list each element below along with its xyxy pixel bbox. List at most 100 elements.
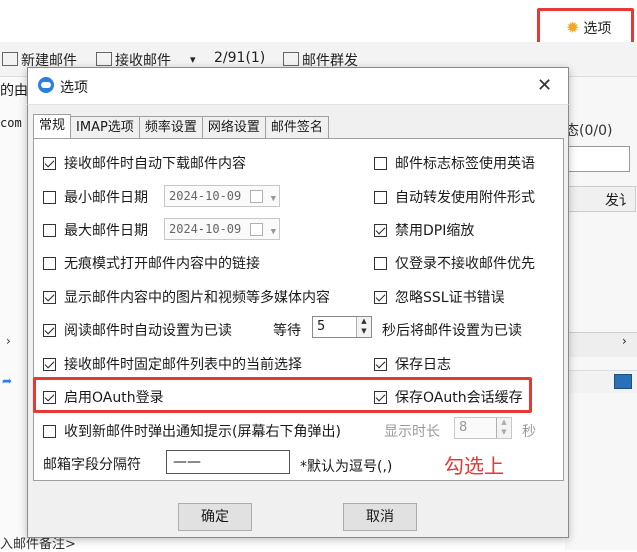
incognito-links-option[interactable]: 无痕模式打开邮件内容中的链接 xyxy=(43,253,260,273)
ignore-ssl-option[interactable]: 忽略SSL证书错误 xyxy=(374,287,505,307)
auto-mark-read-label: 阅读邮件时自动设置为已读 xyxy=(64,323,232,339)
save-log-option[interactable]: 保存日志 xyxy=(374,354,451,374)
auto-download-option[interactable]: 接收邮件时自动下载邮件内容 xyxy=(43,153,246,173)
incognito-links-label: 无痕模式打开邮件内容中的链接 xyxy=(64,256,260,272)
tab-imap[interactable]: IMAP选项 xyxy=(70,116,140,138)
right-search-input[interactable] xyxy=(566,146,630,172)
ignore-ssl-label: 忽略SSL证书错误 xyxy=(395,290,505,306)
tab-frequency[interactable]: 频率设置 xyxy=(138,116,203,138)
incognito-links-checkbox[interactable] xyxy=(43,256,56,270)
forward-attachment-checkbox[interactable] xyxy=(374,190,387,204)
chevron-down-icon: ▼ xyxy=(270,227,276,237)
forward-attachment-option[interactable]: 自动转发使用附件形式 xyxy=(374,187,535,207)
fix-selection-option[interactable]: 接收邮件时固定邮件列表中的当前选择 xyxy=(43,354,302,374)
show-media-checkbox[interactable] xyxy=(43,290,56,304)
min-date-label: 最小邮件日期 xyxy=(64,190,148,206)
left-fragment-2: com xyxy=(0,116,22,130)
max-date-checkbox[interactable] xyxy=(43,223,56,237)
auto-mark-read-checkbox[interactable] xyxy=(43,323,56,337)
popup-notify-option[interactable]: 收到新邮件时弹出通知提示(屏幕右下角弹出) xyxy=(43,421,341,441)
max-date-option[interactable]: 最大邮件日期 xyxy=(43,220,148,240)
app-logo-icon xyxy=(38,77,54,93)
display-duration-stepper[interactable]: 8 ▲ ▼ xyxy=(454,417,512,439)
ignore-ssl-checkbox[interactable] xyxy=(374,290,387,304)
unread-only-checkbox[interactable] xyxy=(374,256,387,270)
new-mail-icon xyxy=(2,52,18,66)
right-scroll-icon[interactable]: › xyxy=(622,334,627,348)
tab-general[interactable]: 常规 xyxy=(33,114,72,138)
receive-dropdown-icon[interactable]: ▾ xyxy=(190,53,196,66)
wait-seconds-value: 5 xyxy=(317,319,326,334)
options-button-label: 选项 xyxy=(583,21,612,37)
unread-only-option[interactable]: 仅登录不接收邮件优先 xyxy=(374,253,535,273)
display-duration-value: 8 xyxy=(459,420,468,435)
wait-seconds-stepper[interactable]: 5 ▲ ▼ xyxy=(312,316,372,338)
enable-oauth-option[interactable]: 启用OAuth登录 xyxy=(43,387,164,407)
disable-dpi-label: 禁用DPI缩放 xyxy=(395,223,475,239)
options-button[interactable]: ✹ 选项 xyxy=(566,18,611,38)
english-flags-label: 邮件标志标签使用英语 xyxy=(395,156,535,172)
min-date-value: 2024-10-09 xyxy=(169,189,242,203)
disable-dpi-option[interactable]: 禁用DPI缩放 xyxy=(374,220,474,240)
min-date-picker[interactable]: 2024-10-09 ▼ xyxy=(164,185,280,207)
fix-selection-label: 接收邮件时固定邮件列表中的当前选择 xyxy=(64,357,302,373)
wait-suffix: 秒后将邮件设置为已读 xyxy=(382,323,522,339)
left-panel xyxy=(0,77,27,550)
dialog-titlebar xyxy=(27,67,569,105)
spin-down-icon[interactable]: ▼ xyxy=(497,428,511,438)
left-scroll-icon[interactable]: › xyxy=(6,334,11,348)
spin-up-icon[interactable]: ▲ xyxy=(357,317,371,327)
english-flags-option[interactable]: 邮件标志标签使用英语 xyxy=(374,153,535,173)
min-date-checkbox[interactable] xyxy=(43,190,56,204)
save-oauth-cache-label: 保存OAuth会话缓存 xyxy=(395,390,523,406)
auto-download-checkbox[interactable] xyxy=(43,156,56,170)
max-date-picker[interactable]: 2024-10-09 ▼ xyxy=(164,218,280,240)
right-fragment: 态(0/0) xyxy=(565,123,613,139)
show-media-option[interactable]: 显示邮件内容中的图片和视频等多媒体内容 xyxy=(43,287,330,307)
save-log-checkbox[interactable] xyxy=(374,357,387,371)
chevron-down-icon: ▼ xyxy=(270,194,276,204)
fix-selection-checkbox[interactable] xyxy=(43,357,56,371)
tab-signature[interactable]: 邮件签名 xyxy=(264,116,329,138)
save-oauth-cache-option[interactable]: 保存OAuth会话缓存 xyxy=(374,387,523,407)
annotation-text: 勾选上 xyxy=(444,454,504,478)
receive-mail-icon xyxy=(96,52,112,66)
gear-icon: ✹ xyxy=(566,18,580,37)
unread-only-label: 仅登录不接收邮件优先 xyxy=(395,256,535,272)
mail-count: 2/91(1) xyxy=(214,50,266,66)
calendar-icon xyxy=(250,190,263,203)
mass-mail-icon xyxy=(283,52,299,66)
auto-download-label: 接收邮件时自动下载邮件内容 xyxy=(64,156,246,172)
spin-up-icon[interactable]: ▲ xyxy=(497,418,511,428)
display-duration-suffix: 秒 xyxy=(522,424,536,440)
enable-oauth-label: 启用OAuth登录 xyxy=(64,390,164,406)
separator-input[interactable]: —— xyxy=(166,450,290,474)
spin-down-icon[interactable]: ▼ xyxy=(357,327,371,337)
tab-bar: 常规 IMAP选项 频率设置 网络设置 邮件签名 xyxy=(33,114,329,138)
min-date-option[interactable]: 最小邮件日期 xyxy=(43,187,148,207)
cancel-button[interactable]: 取消 xyxy=(343,503,417,531)
separator-label: 邮箱字段分隔符 xyxy=(43,457,141,473)
dialog-title: 选项 xyxy=(60,80,88,96)
save-log-label: 保存日志 xyxy=(395,357,451,373)
forward-attachment-label: 自动转发使用附件形式 xyxy=(395,190,535,206)
popup-notify-checkbox[interactable] xyxy=(43,424,56,438)
max-date-value: 2024-10-09 xyxy=(169,222,242,236)
ok-button[interactable]: 确定 xyxy=(178,503,252,531)
auto-mark-read-option[interactable]: 阅读邮件时自动设置为已读 xyxy=(43,320,232,340)
close-icon[interactable]: ✕ xyxy=(537,77,552,95)
calendar-icon xyxy=(250,223,263,236)
display-duration-label: 显示时长 xyxy=(384,424,440,440)
left-fragment: 的由 xyxy=(0,83,28,99)
save-oauth-cache-checkbox[interactable] xyxy=(374,390,387,404)
english-flags-checkbox[interactable] xyxy=(374,156,387,170)
wait-label: 等待 xyxy=(273,323,301,339)
max-date-label: 最大邮件日期 xyxy=(64,223,148,239)
disable-dpi-checkbox[interactable] xyxy=(374,223,387,237)
show-media-label: 显示邮件内容中的图片和视频等多媒体内容 xyxy=(64,290,330,306)
popup-notify-label: 收到新邮件时弹出通知提示(屏幕右下角弹出) xyxy=(64,424,341,440)
separator-hint: *默认为逗号(,) xyxy=(300,459,393,475)
enable-oauth-checkbox[interactable] xyxy=(43,390,56,404)
window-icon[interactable] xyxy=(614,374,632,389)
tab-network[interactable]: 网络设置 xyxy=(201,116,266,138)
